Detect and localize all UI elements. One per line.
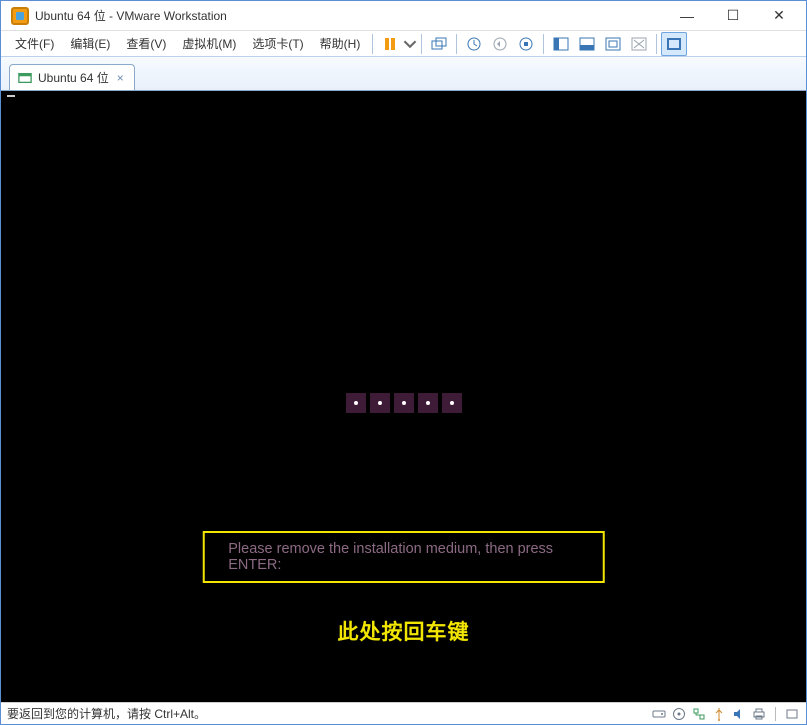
snapshot-revert-icon [492, 36, 508, 52]
stretch-icon [631, 36, 647, 52]
boot-progress-dots [346, 393, 462, 413]
boot-dot [442, 393, 462, 413]
text-cursor [7, 95, 15, 97]
fit-guest-button[interactable] [600, 32, 626, 56]
menu-help[interactable]: 帮助(H) [312, 32, 369, 55]
menu-file[interactable]: 文件(F) [7, 32, 62, 55]
statusbar: 要返回到您的计算机，请按 Ctrl+Alt。 [1, 702, 806, 724]
menubar: 文件(F) 编辑(E) 查看(V) 虚拟机(M) 选项卡(T) 帮助(H) [1, 31, 806, 57]
usb-icon[interactable] [711, 706, 727, 722]
power-dropdown[interactable] [403, 32, 417, 56]
tabstrip: Ubuntu 64 位 × [1, 57, 806, 91]
status-device-icons [651, 706, 800, 722]
send-keys-icon [431, 36, 447, 52]
split-bottom-icon [579, 36, 595, 52]
boot-dot [346, 393, 366, 413]
pause-button[interactable] [377, 32, 403, 56]
cd-icon[interactable] [671, 706, 687, 722]
tab-label: Ubuntu 64 位 [38, 69, 109, 86]
vm-tab-icon [18, 71, 32, 85]
tab-close-button[interactable]: × [115, 71, 126, 85]
tab-ubuntu[interactable]: Ubuntu 64 位 × [9, 64, 135, 90]
fit-guest-icon [605, 36, 621, 52]
layout-bottom-button[interactable] [574, 32, 600, 56]
titlebar: Ubuntu 64 位 - VMware Workstation — ☐ ✕ [1, 1, 806, 31]
fullscreen-button[interactable] [661, 32, 687, 56]
sound-icon[interactable] [731, 706, 747, 722]
snapshot-take-button[interactable] [461, 32, 487, 56]
maximize-button[interactable]: ☐ [710, 1, 756, 31]
boot-dot [394, 393, 414, 413]
separator [543, 34, 544, 54]
menu-view[interactable]: 查看(V) [118, 32, 174, 55]
menu-vm[interactable]: 虚拟机(M) [174, 32, 244, 55]
separator [656, 34, 657, 54]
boot-dot [370, 393, 390, 413]
separator [775, 707, 776, 721]
snapshot-manager-icon [518, 36, 534, 52]
printer-icon[interactable] [751, 706, 767, 722]
vm-console[interactable]: Please remove the installation medium, t… [1, 91, 806, 702]
menu-edit[interactable]: 编辑(E) [62, 32, 118, 55]
separator [456, 34, 457, 54]
close-button[interactable]: ✕ [756, 1, 802, 31]
message-log-icon[interactable] [784, 706, 800, 722]
network-icon[interactable] [691, 706, 707, 722]
layout-left-button[interactable] [548, 32, 574, 56]
snapshot-icon [466, 36, 482, 52]
install-prompt-text: Please remove the installation medium, t… [228, 541, 579, 573]
vmware-app-icon [11, 7, 29, 25]
fullscreen-icon [666, 36, 682, 52]
separator [421, 34, 422, 54]
statusbar-hint: 要返回到您的计算机，请按 Ctrl+Alt。 [7, 705, 206, 722]
snapshot-manager-button[interactable] [513, 32, 539, 56]
annotation-text: 此处按回车键 [338, 616, 470, 646]
split-left-icon [553, 36, 569, 52]
boot-dot [418, 393, 438, 413]
hdd-icon[interactable] [651, 706, 667, 722]
send-cad-button[interactable] [426, 32, 452, 56]
window-title: Ubuntu 64 位 - VMware Workstation [35, 7, 664, 24]
menu-tabs[interactable]: 选项卡(T) [244, 32, 311, 55]
install-prompt-box: Please remove the installation medium, t… [202, 531, 605, 583]
pause-icon [382, 36, 398, 52]
snapshot-revert-button[interactable] [487, 32, 513, 56]
minimize-button[interactable]: — [664, 1, 710, 31]
stretch-button[interactable] [626, 32, 652, 56]
separator [372, 34, 373, 54]
chevron-down-icon [403, 36, 417, 52]
